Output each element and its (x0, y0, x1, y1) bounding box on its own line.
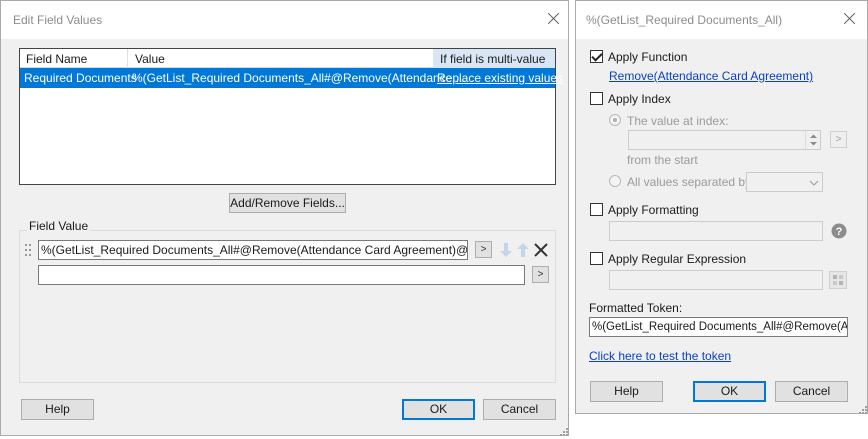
index-go-button[interactable]: > (830, 131, 847, 148)
help-button[interactable]: Help (21, 399, 94, 420)
help-button[interactable]: Help (590, 381, 663, 402)
col-header-multi[interactable]: If field is multi-value (440, 52, 545, 66)
fields-grid[interactable]: Field Name Value If field is multi-value… (19, 48, 563, 185)
field-value-input-2[interactable] (38, 265, 525, 285)
function-link[interactable]: Remove(Attendance Card Agreement) (609, 69, 813, 83)
regex-input[interactable] (609, 270, 823, 290)
close-icon[interactable] (543, 8, 565, 30)
apply-function-checkbox[interactable] (590, 50, 603, 63)
value-at-index-radio[interactable] (609, 114, 621, 126)
drag-handle-icon[interactable] (25, 244, 31, 256)
value-at-index-label: The value at index: (627, 114, 729, 128)
field-value-input-1[interactable]: %(GetList_Required Documents_All#@Remove… (38, 240, 468, 260)
col-header-value[interactable]: Value (135, 52, 165, 66)
index-input[interactable] (628, 130, 821, 150)
arrow-up-icon[interactable] (516, 242, 530, 258)
apply-formatting-label[interactable]: Apply Formatting (608, 203, 699, 217)
apply-formatting-checkbox[interactable] (590, 203, 603, 216)
right-titlebar: %(GetList_Required Documents_All) (576, 1, 867, 39)
apply-regex-label[interactable]: Apply Regular Expression (608, 252, 746, 266)
separator-select[interactable] (746, 172, 823, 192)
row-multi-link[interactable]: Replace existing values (437, 71, 563, 85)
cancel-button[interactable]: Cancel (483, 399, 556, 420)
cancel-button[interactable]: Cancel (775, 381, 848, 402)
svg-text:?: ? (836, 226, 843, 238)
spin-up-icon (810, 134, 817, 146)
from-the-start-label: from the start (627, 153, 698, 167)
add-remove-fields-button[interactable]: Add/Remove Fields... (229, 193, 346, 213)
apply-index-label[interactable]: Apply Index (608, 92, 671, 106)
col-divider (127, 49, 128, 68)
edit-field-values-dialog: Edit Field Values Field Name Value If fi… (0, 0, 569, 436)
resize-grip-icon[interactable] (558, 425, 568, 436)
index-spinner[interactable] (805, 131, 820, 149)
grid-header: Field Name Value If field is multi-value (20, 49, 555, 68)
table-row[interactable]: Required Documents %(GetList_Required Do… (20, 68, 563, 88)
regex-builder-icon[interactable] (829, 271, 847, 289)
close-icon[interactable] (839, 8, 861, 30)
apply-regex-checkbox[interactable] (590, 252, 603, 265)
arrow-down-icon[interactable] (499, 242, 513, 258)
row-field-name: Required Documents (24, 71, 137, 85)
ok-button[interactable]: OK (693, 381, 766, 402)
delete-icon[interactable] (534, 243, 548, 257)
right-dialog-title: %(GetList_Required Documents_All) (586, 13, 783, 27)
field-value-group-label: Field Value (27, 219, 91, 233)
ok-button[interactable]: OK (402, 399, 475, 420)
token-options-dialog: %(GetList_Required Documents_All) Apply … (575, 0, 868, 414)
formatting-input[interactable] (609, 221, 823, 241)
col-header-field-name[interactable]: Field Name (26, 52, 87, 66)
formatted-token-label: Formatted Token: (589, 301, 683, 315)
help-icon[interactable]: ? (831, 223, 847, 239)
apply-function-label[interactable]: Apply Function (608, 50, 687, 64)
all-values-label: All values separated by: (627, 175, 755, 189)
field-value-more-button-2[interactable]: > (532, 266, 549, 283)
apply-index-checkbox[interactable] (590, 92, 603, 105)
formatted-token-field[interactable]: %(GetList_Required Documents_All#@Remove… (589, 317, 848, 337)
row-value: %(GetList_Required Documents_All#@Remove… (132, 71, 466, 85)
left-dialog-title: Edit Field Values (13, 13, 103, 27)
resize-grip-icon[interactable] (857, 403, 867, 414)
dropdown-chevron-icon (809, 180, 819, 186)
test-token-link[interactable]: Click here to test the token (589, 349, 731, 363)
left-titlebar: Edit Field Values (1, 1, 568, 39)
all-values-radio[interactable] (609, 175, 621, 187)
field-value-more-button-1[interactable]: > (475, 241, 492, 258)
